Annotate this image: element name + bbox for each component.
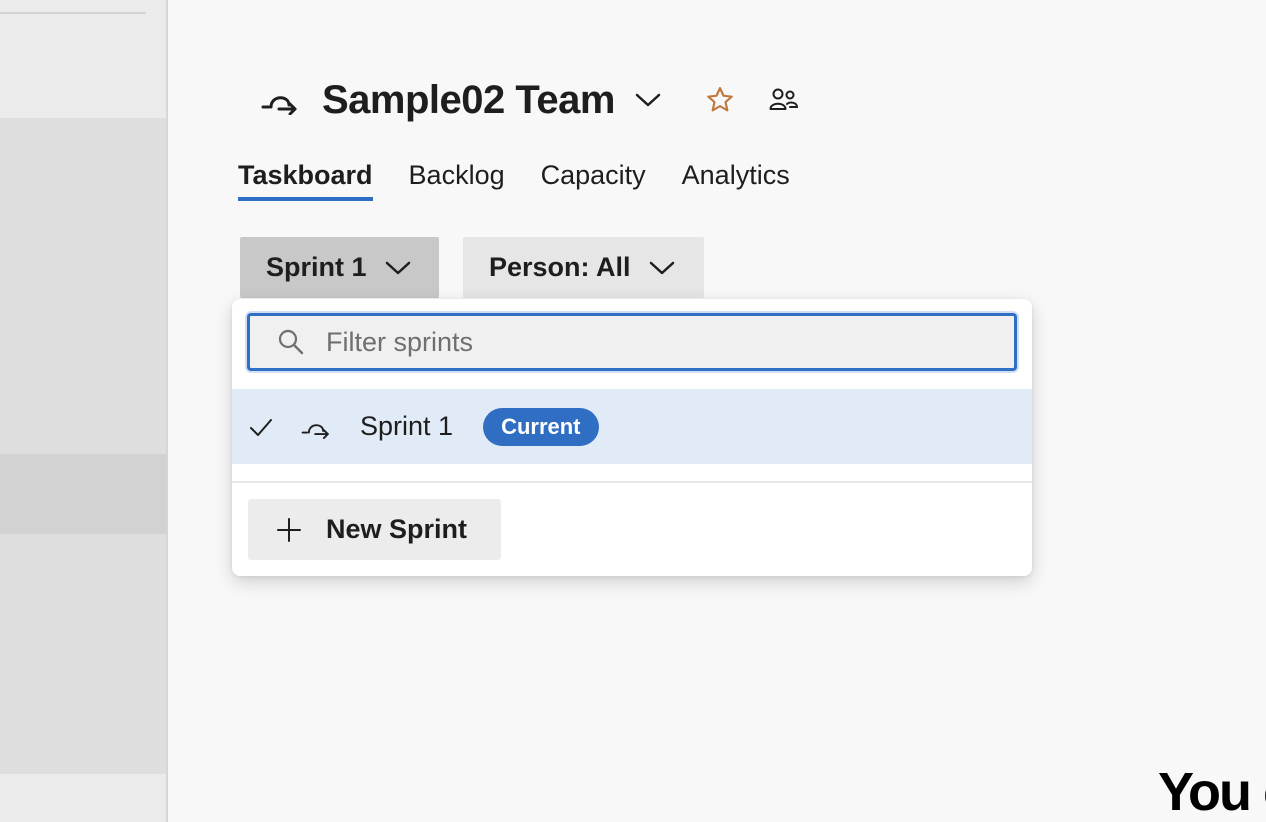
sprint-picker-label: Sprint 1: [266, 252, 367, 282]
tab-analytics[interactable]: Analytics: [682, 158, 790, 201]
search-icon: [274, 325, 308, 359]
checkmark-icon: [246, 412, 276, 442]
sprint-dropdown: Sprint 1 Current New Sprint: [232, 299, 1032, 576]
sprint-picker-button[interactable]: Sprint 1: [240, 237, 439, 298]
chevron-down-icon: [649, 260, 675, 276]
sidebar-section: [0, 118, 166, 454]
tab-backlog[interactable]: Backlog: [409, 158, 505, 201]
empty-state-heading: You c: [1158, 762, 1266, 822]
tab-capacity[interactable]: Capacity: [541, 158, 646, 201]
filter-sprints-field[interactable]: [247, 313, 1017, 371]
team-title: Sample02 Team: [322, 77, 615, 122]
team-switcher-chevron-icon[interactable]: [633, 85, 663, 115]
page-tabs: Taskboard Backlog Capacity Analytics: [238, 158, 826, 201]
person-filter-label: Person: All: [489, 252, 631, 282]
iteration-icon: [300, 411, 332, 443]
sprint-list-item[interactable]: Sprint 1 Current: [232, 389, 1032, 464]
sidebar-divider: [0, 12, 146, 14]
new-sprint-button[interactable]: New Sprint: [248, 499, 501, 560]
tab-taskboard[interactable]: Taskboard: [238, 158, 373, 201]
plus-icon: [274, 515, 304, 545]
iteration-icon: [260, 80, 300, 120]
sprint-name: Sprint 1: [360, 411, 454, 441]
sidebar-section: [0, 534, 166, 774]
team-members-icon[interactable]: [767, 83, 801, 117]
sidebar-selected-item[interactable]: [0, 454, 166, 534]
left-sidebar: [0, 0, 168, 822]
current-badge: Current: [483, 407, 599, 446]
chevron-down-icon: [385, 260, 411, 276]
new-sprint-label: New Sprint: [326, 514, 468, 544]
dropdown-divider: [232, 481, 1032, 483]
person-filter-button[interactable]: Person: All: [463, 237, 704, 298]
filter-sprints-input[interactable]: [324, 325, 928, 359]
team-header: Sample02 Team: [260, 74, 801, 126]
favorite-star-icon[interactable]: [703, 83, 737, 117]
